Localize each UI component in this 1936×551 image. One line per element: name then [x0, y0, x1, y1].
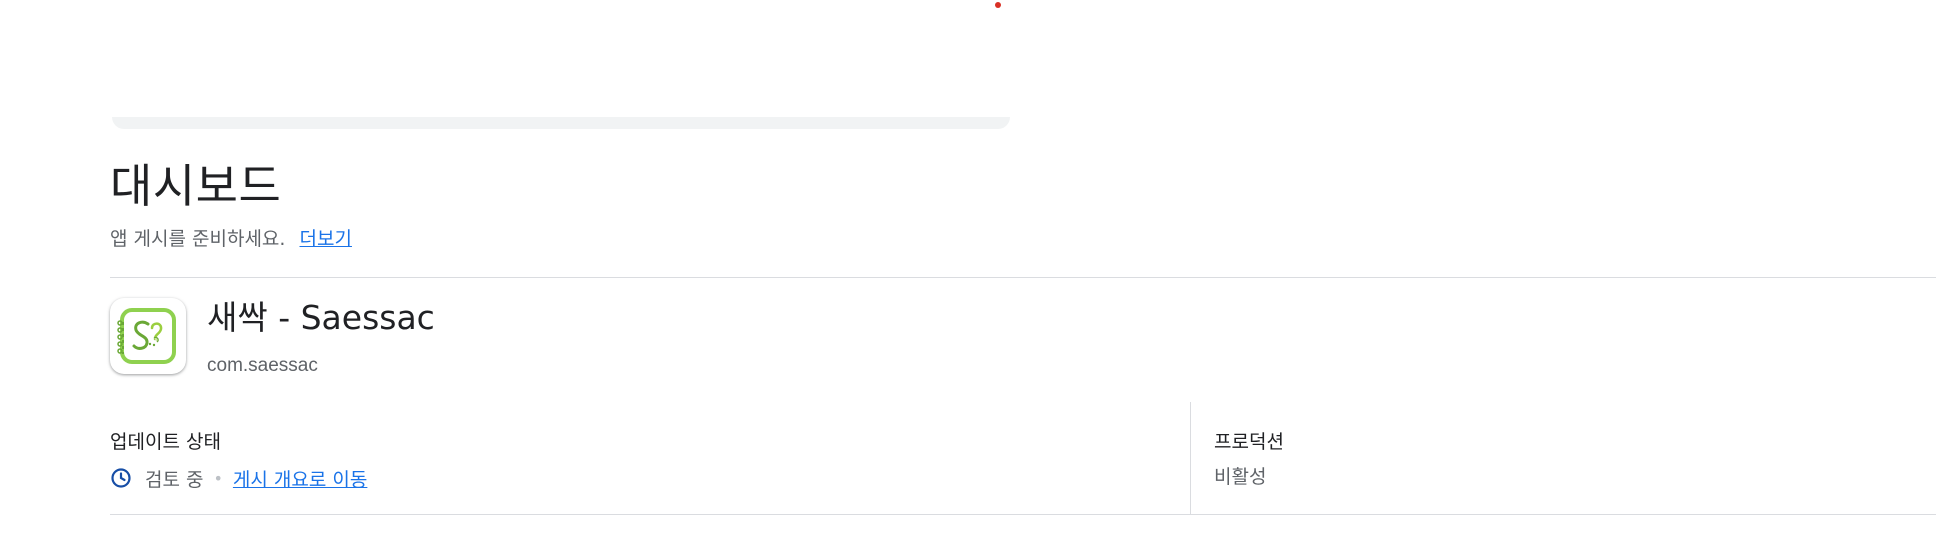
update-status-row: 검토 중 • 게시 개요로 이동	[110, 464, 367, 492]
notification-dot	[995, 2, 1001, 8]
app-package-name: com.saessac	[207, 355, 318, 376]
update-status-value: 검토 중	[145, 468, 204, 491]
page-title: 대시보드	[110, 159, 282, 213]
publishing-overview-link[interactable]: 게시 개요로 이동	[233, 465, 367, 492]
production-label: 프로덕션	[1214, 431, 1284, 453]
learn-more-link[interactable]: 더보기	[300, 228, 352, 250]
top-panel-edge	[112, 117, 1010, 129]
app-name: 새싹 - Saessac	[207, 298, 435, 337]
section-divider-bottom	[110, 514, 1936, 515]
saessac-app-icon	[110, 298, 186, 374]
page-subtitle: 앱 게시를 준비하세요.	[110, 228, 286, 250]
column-divider	[1190, 402, 1191, 514]
status-separator: •	[213, 468, 223, 488]
production-status-value: 비활성	[1214, 466, 1267, 488]
page-subtitle-row: 앱 게시를 준비하세요. 더보기	[110, 226, 352, 252]
dashboard-page: 대시보드 앱 게시를 준비하세요. 더보기 새싹 - Saessac com.s…	[0, 0, 1936, 551]
clock-icon	[110, 467, 132, 489]
section-divider	[110, 277, 1936, 278]
update-status-label: 업데이트 상태	[110, 431, 221, 453]
